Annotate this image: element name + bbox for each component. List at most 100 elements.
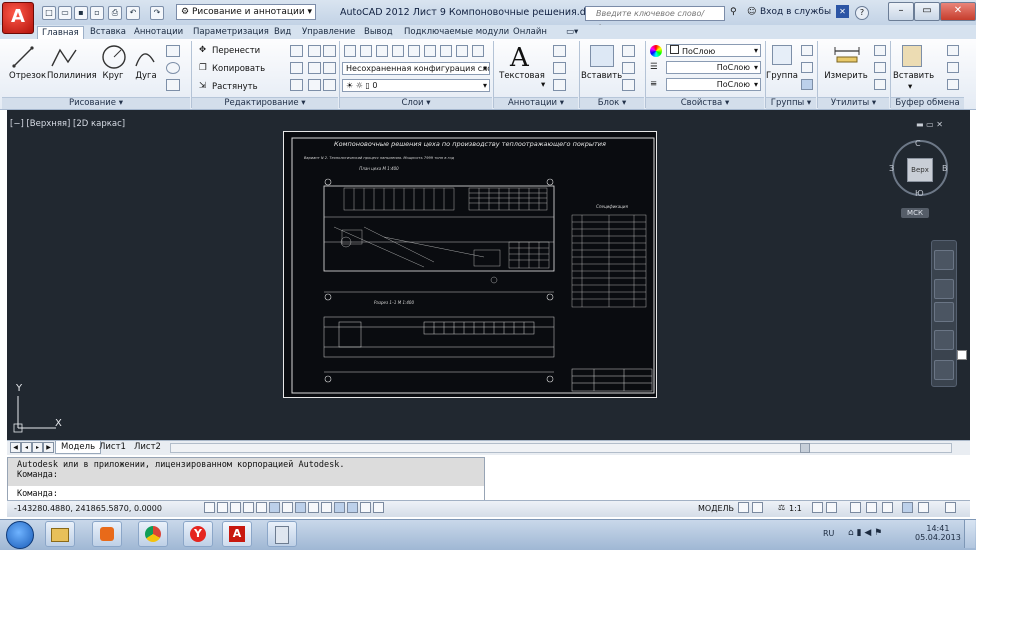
annotation-scale-value[interactable]: 1:1 <box>789 504 802 513</box>
help-icon[interactable]: ? <box>855 6 869 20</box>
dynamic-input-icon[interactable] <box>321 502 332 513</box>
autocad-taskbar-icon[interactable]: A <box>222 521 252 547</box>
undo-icon[interactable]: ↶ <box>126 6 140 20</box>
hatch-icon[interactable] <box>166 79 180 91</box>
annotation-panel-label[interactable]: Аннотации ▾ <box>494 97 578 109</box>
compass-north[interactable]: С <box>915 139 921 148</box>
utilities-panel-label[interactable]: Утилиты ▾ <box>818 97 889 109</box>
modify-panel-label[interactable]: Редактирование ▾ <box>192 97 338 109</box>
clipboard-panel-label[interactable]: Буфер обмена <box>891 97 964 109</box>
tab-parametric[interactable]: Параметризация <box>189 26 273 38</box>
paste-button[interactable]: Вставить <box>893 71 934 81</box>
tab-view[interactable]: Вид <box>270 26 295 38</box>
compass-south[interactable]: Ю <box>915 189 924 198</box>
ellipse-icon[interactable] <box>166 62 180 74</box>
media-player-icon[interactable] <box>92 521 122 547</box>
polar-tracking-icon[interactable] <box>256 502 267 513</box>
infer-constraints-icon[interactable] <box>204 502 215 513</box>
group-edit-icon[interactable] <box>801 62 813 73</box>
match-properties-icon[interactable] <box>947 79 959 90</box>
calculator-taskbar-icon[interactable] <box>267 521 297 547</box>
layer-walk-icon[interactable] <box>472 45 484 57</box>
layer-isolate-icon[interactable] <box>392 45 404 57</box>
command-window[interactable]: Autodesk или в приложении, лицензированн… <box>7 457 485 501</box>
maximize-button[interactable]: ▭ <box>914 2 940 21</box>
last-tab-arrow-icon[interactable]: ▶ <box>43 442 54 453</box>
user-icon[interactable]: ☺ <box>747 7 756 17</box>
rectangle-icon[interactable] <box>166 45 180 57</box>
showmotion-icon[interactable] <box>934 360 954 380</box>
redo-icon[interactable]: ↷ <box>150 6 164 20</box>
layer-match-icon[interactable] <box>440 45 452 57</box>
move-button[interactable]: Перенести <box>212 46 260 56</box>
tab-layout1[interactable]: Лист1 <box>94 441 131 453</box>
create-block-icon[interactable] <box>622 45 635 57</box>
binoculars-icon[interactable]: ⚲ <box>730 7 737 17</box>
tab-manage[interactable]: Управление <box>298 26 359 38</box>
3d-osnap-icon[interactable] <box>282 502 293 513</box>
language-indicator[interactable]: RU <box>823 529 834 538</box>
coordinates-readout[interactable]: -143280.4880, 241865.5870, 0.0000 <box>14 504 162 513</box>
explorer-icon[interactable] <box>45 521 75 547</box>
lightbulb-icon[interactable] <box>918 502 929 513</box>
start-button[interactable] <box>6 521 34 549</box>
cut-icon[interactable] <box>947 45 959 56</box>
quick-properties-icon[interactable] <box>360 502 371 513</box>
exchange-icon[interactable]: ✕ <box>836 5 849 18</box>
object-tracking-icon[interactable] <box>295 502 306 513</box>
array-icon[interactable] <box>308 79 321 91</box>
quick-view-drawings-icon[interactable] <box>752 502 763 513</box>
tab-layout2[interactable]: Лист2 <box>129 441 166 453</box>
command-prompt[interactable]: Команда: <box>8 486 484 499</box>
properties-panel-label[interactable]: Свойства ▾ <box>646 97 764 109</box>
selection-cycling-icon[interactable] <box>373 502 384 513</box>
leader-icon[interactable] <box>553 62 566 74</box>
pan-hand-icon[interactable] <box>934 279 954 299</box>
mirror-icon[interactable] <box>290 62 303 74</box>
erase-icon[interactable] <box>323 45 336 57</box>
layer-previous-icon[interactable] <box>456 45 468 57</box>
draw-panel-label[interactable]: Рисование ▾ <box>2 97 190 109</box>
tab-home[interactable]: Главная <box>37 26 84 39</box>
application-menu-button[interactable]: A <box>2 2 34 34</box>
open-file-icon[interactable]: ▭ <box>58 6 72 20</box>
measure-button[interactable]: Измерить <box>822 71 870 81</box>
workspace-switch-icon[interactable] <box>850 502 861 513</box>
save-as-icon[interactable]: ▫ <box>90 6 104 20</box>
ribbon-toggle-icon[interactable]: ▭▾ <box>562 26 582 38</box>
viewcube-top-face[interactable]: Верх <box>907 158 933 182</box>
system-clock[interactable]: 14:41 05.04.2013 <box>915 524 961 542</box>
fillet-icon[interactable] <box>308 62 321 74</box>
arc-button[interactable]: Дуга <box>133 71 159 81</box>
calculator-icon[interactable] <box>874 62 886 73</box>
first-tab-arrow-icon[interactable]: ◀ <box>10 442 21 453</box>
transparency-icon[interactable] <box>347 502 358 513</box>
layer-dropdown[interactable]: ☀ ☼ ▯ 0 ▾ <box>342 79 490 92</box>
trim-icon[interactable] <box>308 45 321 57</box>
group-select-icon[interactable] <box>801 79 813 90</box>
login-link[interactable]: Вход в службы <box>760 7 831 17</box>
tab-output[interactable]: Вывод <box>360 26 397 38</box>
ducs-icon[interactable] <box>308 502 319 513</box>
offset-icon[interactable] <box>323 79 336 91</box>
rotate-icon[interactable] <box>290 45 303 57</box>
compass-west[interactable]: З <box>889 164 894 173</box>
circle-button[interactable]: Круг <box>99 71 127 81</box>
tray-icons[interactable]: ⌂ ▮ ◀ ⚑ <box>848 528 882 538</box>
print-icon[interactable]: ⎙ <box>108 6 122 20</box>
orbit-icon[interactable] <box>934 330 954 350</box>
groups-panel-label[interactable]: Группы ▾ <box>766 97 816 109</box>
quick-view-layouts-icon[interactable] <box>738 502 749 513</box>
workspace-select[interactable]: ⚙ Рисование и аннотации ▾ <box>176 4 316 20</box>
steering-wheel-icon[interactable] <box>934 250 954 270</box>
layer-state-icon[interactable] <box>360 45 372 57</box>
layer-off-icon[interactable] <box>376 45 388 57</box>
hscroll-thumb[interactable] <box>800 443 810 453</box>
horizontal-scrollbar[interactable] <box>170 443 952 453</box>
chevron-down-icon[interactable]: ▾ <box>908 82 912 92</box>
snap-mode-icon[interactable] <box>217 502 228 513</box>
linetype-dropdown[interactable]: ПоСлою ▾ <box>666 61 761 74</box>
isolate-objects-icon[interactable] <box>902 502 913 513</box>
tab-plugins[interactable]: Подключаемые модули <box>400 26 513 38</box>
chrome-icon[interactable] <box>138 521 168 547</box>
